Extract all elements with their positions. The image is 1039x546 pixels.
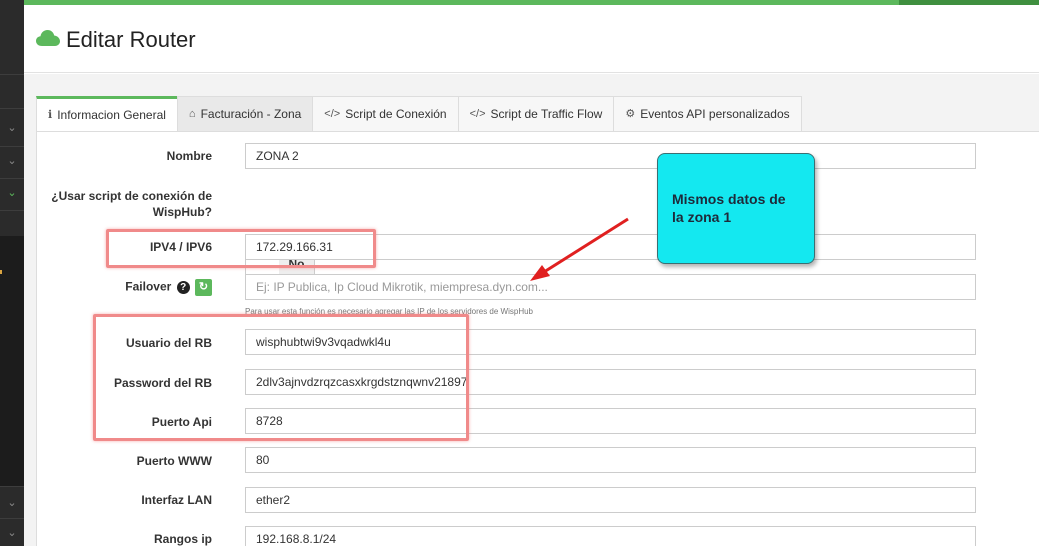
chevron-down-icon[interactable]: ⌄	[5, 186, 19, 200]
sidebar-divider	[0, 108, 24, 109]
refresh-icon[interactable]: ↻	[195, 279, 212, 296]
rangos-label: Rangos ip	[153, 532, 212, 546]
info-icon: ℹ	[48, 109, 53, 121]
script-label-line1: ¿Usar script de conexión de	[51, 189, 212, 203]
question-icon[interactable]: ?	[176, 281, 190, 294]
sidebar-divider	[0, 518, 24, 519]
script-label: ¿Usar script de conexión de WispHub?	[37, 188, 212, 220]
sidebar-divider	[0, 486, 24, 487]
code-icon: </>	[324, 107, 341, 120]
chevron-down-icon[interactable]: ⌄	[5, 526, 19, 540]
tab-eventos-api[interactable]: ⚙ Eventos API personalizados	[613, 96, 802, 131]
tab-script-traffic-flow[interactable]: </> Script de Traffic Flow	[457, 96, 615, 131]
tab-bar: ℹ Informacion General ⌂ Facturación - Zo…	[36, 96, 802, 132]
page-title: Editar Router	[66, 27, 196, 52]
tab-label: Eventos API personalizados	[640, 106, 790, 121]
main-content: ℹ Informacion General ⌂ Facturación - Zo…	[24, 74, 1039, 546]
chevron-down-icon[interactable]: ⌄	[5, 496, 19, 510]
tab-facturacion-zona[interactable]: ⌂ Facturación - Zona	[176, 96, 314, 131]
home-icon: ⌂	[188, 107, 196, 120]
nombre-input[interactable]: ZONA 2	[245, 143, 976, 169]
interfaz-label: Interfaz LAN	[141, 493, 212, 507]
tab-label: Facturación - Zona	[200, 106, 302, 121]
tab-label: Informacion General	[57, 108, 166, 122]
chevron-down-icon[interactable]: ⌄	[5, 154, 19, 168]
gear-icon: ⚙	[625, 107, 636, 120]
failover-label: Failover ? ↻	[37, 279, 212, 296]
page-header: Editar Router	[24, 5, 1039, 73]
tab-label: Script de Conexión	[345, 106, 447, 121]
highlight-box	[106, 229, 376, 268]
tab-label: Script de Traffic Flow	[490, 106, 603, 121]
sidebar-marker	[0, 270, 2, 274]
sidebar-divider	[0, 210, 24, 211]
cloud-icon	[36, 30, 60, 46]
failover-input[interactable]: Ej: IP Publica, Ip Cloud Mikrotik, miemp…	[245, 274, 976, 300]
interfaz-input[interactable]: ether2	[245, 487, 976, 513]
callout-line2: la zona 1	[672, 209, 732, 225]
rangos-input[interactable]: 192.168.8.1/24	[245, 526, 976, 546]
failover-label-text: Failover	[125, 279, 172, 294]
tab-informacion-general[interactable]: ℹ Informacion General	[36, 96, 178, 132]
annotation-callout: Mismos datos de la zona 1	[657, 153, 815, 264]
chevron-down-icon[interactable]: ⌄	[5, 121, 19, 135]
highlight-box	[93, 314, 469, 441]
script-label-line2: WispHub?	[152, 205, 212, 219]
puerto-www-label: Puerto WWW	[136, 454, 212, 468]
nombre-label: Nombre	[166, 149, 212, 163]
callout-line1: Mismos datos de	[672, 191, 786, 207]
puerto-www-input[interactable]: 80	[245, 447, 976, 473]
tab-script-conexion[interactable]: </> Script de Conexión	[312, 96, 459, 131]
sidebar-divider	[0, 74, 24, 75]
sidebar-divider	[0, 146, 24, 147]
code-icon: </>	[469, 107, 486, 120]
sidebar-submenu	[0, 236, 24, 486]
sidebar-divider	[0, 178, 24, 179]
left-sidebar: ⌄ ⌄ ⌄ ⌄ ⌄	[0, 0, 24, 546]
